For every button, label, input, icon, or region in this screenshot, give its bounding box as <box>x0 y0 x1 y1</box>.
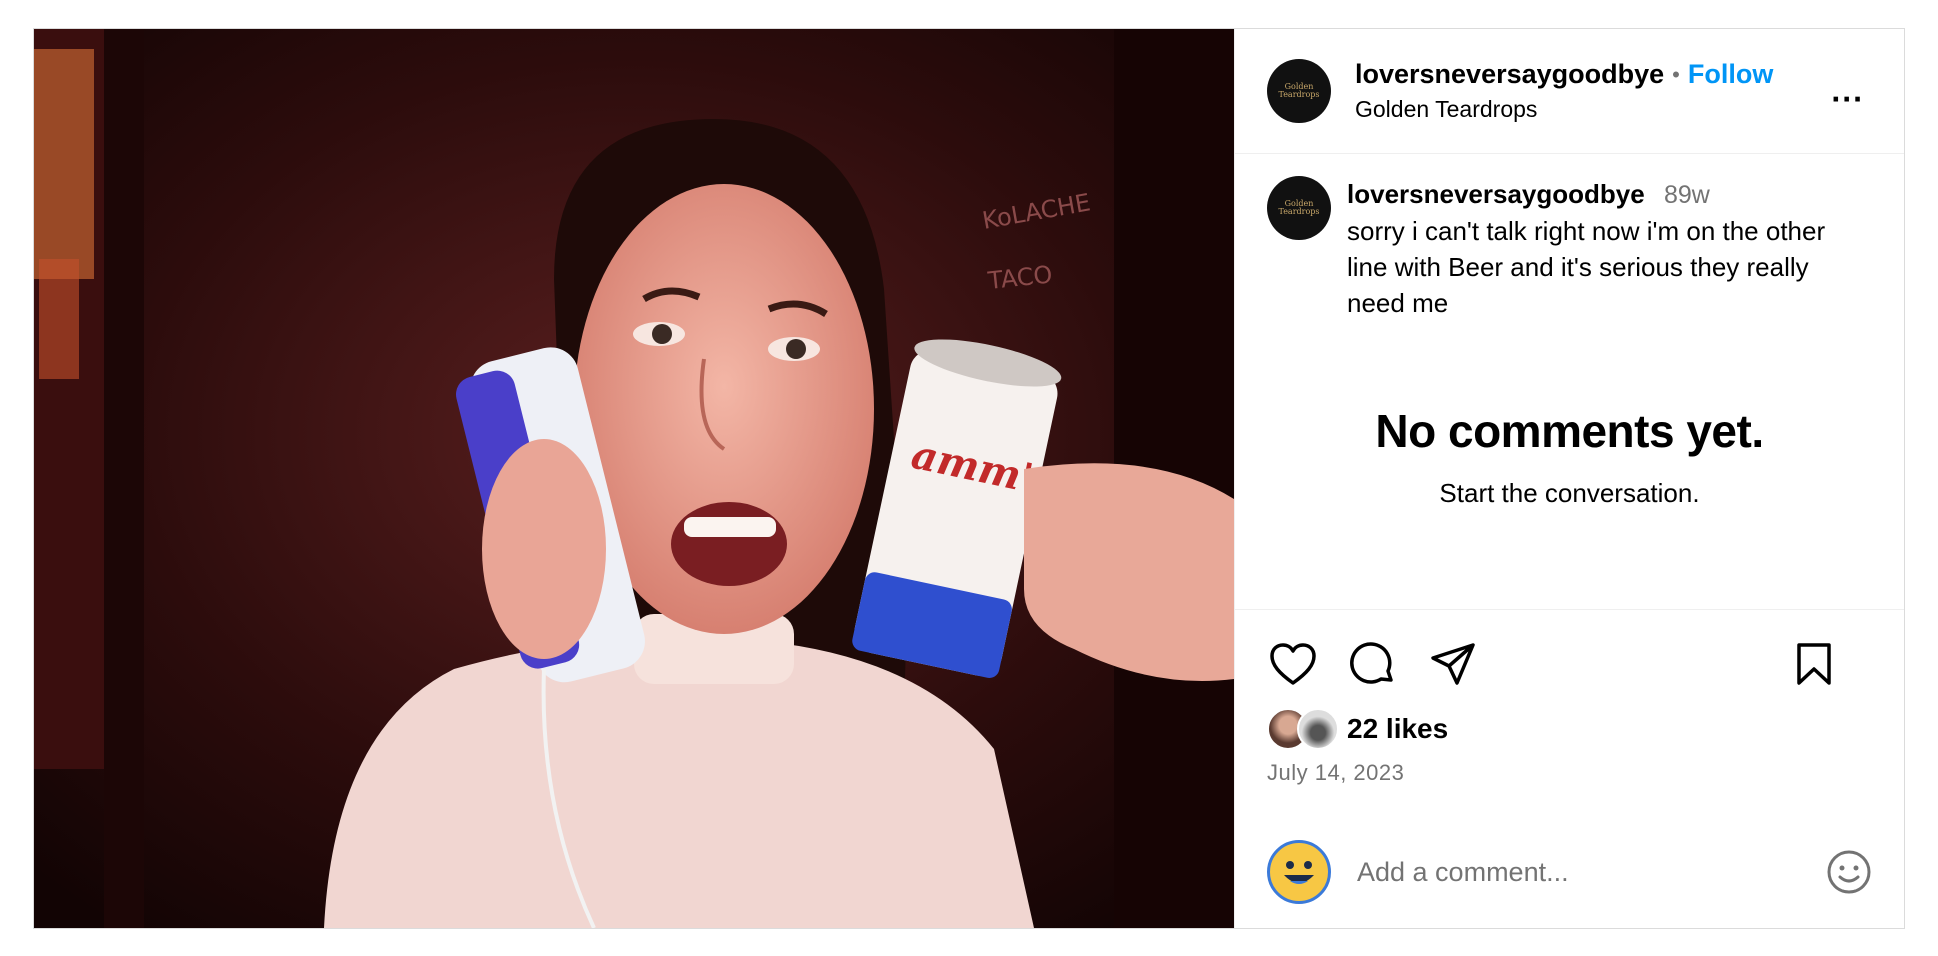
empty-comments-title: No comments yet. <box>1375 405 1764 457</box>
post-date[interactable]: July 14, 2023 <box>1267 760 1872 786</box>
caption-avatar[interactable]: Golden Teardrops <box>1267 176 1331 240</box>
header-text: loversneversaygoodbye • Follow Golden Te… <box>1355 59 1773 123</box>
liker-avatar[interactable] <box>1297 708 1339 750</box>
actions-section: 22 likes July 14, 2023 <box>1235 610 1904 928</box>
post-card: amm's KoLACHE TACO Golden Teardrops love… <box>33 28 1905 929</box>
avatar-logo-text: Golden Teardrops <box>1278 82 1320 99</box>
caption: Golden Teardrops loversneversaygoodbye 8… <box>1267 176 1872 321</box>
author-avatar[interactable]: Golden Teardrops <box>1267 59 1331 123</box>
comment-icon[interactable] <box>1347 638 1399 690</box>
bookmark-icon[interactable] <box>1788 638 1840 690</box>
post-photo[interactable]: amm's KoLACHE TACO <box>34 29 1234 928</box>
empty-comments: No comments yet. Start the conversation. <box>1235 404 1904 509</box>
heart-icon[interactable] <box>1267 638 1319 690</box>
caption-text: sorry i can't talk right now i'm on the … <box>1347 216 1826 318</box>
caption-avatar-logo-text: Golden Teardrops <box>1278 199 1320 216</box>
empty-comments-subtitle: Start the conversation. <box>1439 478 1700 508</box>
caption-username[interactable]: loversneversaygoodbye <box>1347 179 1645 209</box>
post-location[interactable]: Golden Teardrops <box>1355 96 1773 123</box>
likes-count[interactable]: 22 likes <box>1347 713 1448 745</box>
caption-body: loversneversaygoodbye 89w sorry i can't … <box>1347 176 1872 321</box>
emoji-picker-icon[interactable] <box>1826 849 1872 895</box>
photo-illustration: amm's KoLACHE TACO <box>34 29 1234 928</box>
comment-input[interactable] <box>1355 855 1826 889</box>
likes-row: 22 likes <box>1267 708 1872 750</box>
smiley-avatar-icon <box>1284 861 1314 884</box>
share-icon[interactable] <box>1427 638 1479 690</box>
header-line: loversneversaygoodbye • Follow <box>1355 59 1773 90</box>
post-side-panel: Golden Teardrops loversneversaygoodbye •… <box>1234 29 1904 928</box>
follow-button[interactable]: Follow <box>1688 59 1773 90</box>
user-avatar <box>1267 840 1331 904</box>
post-header: Golden Teardrops loversneversaygoodbye •… <box>1235 29 1904 154</box>
comments-section: Golden Teardrops loversneversaygoodbye 8… <box>1235 154 1904 610</box>
author-username[interactable]: loversneversaygoodbye <box>1355 59 1664 90</box>
caption-age[interactable]: 89w <box>1664 181 1710 209</box>
more-options-icon[interactable]: ... <box>1831 73 1864 110</box>
comment-composer <box>1267 840 1872 904</box>
action-icons <box>1267 638 1872 690</box>
header-separator: • <box>1672 61 1680 87</box>
